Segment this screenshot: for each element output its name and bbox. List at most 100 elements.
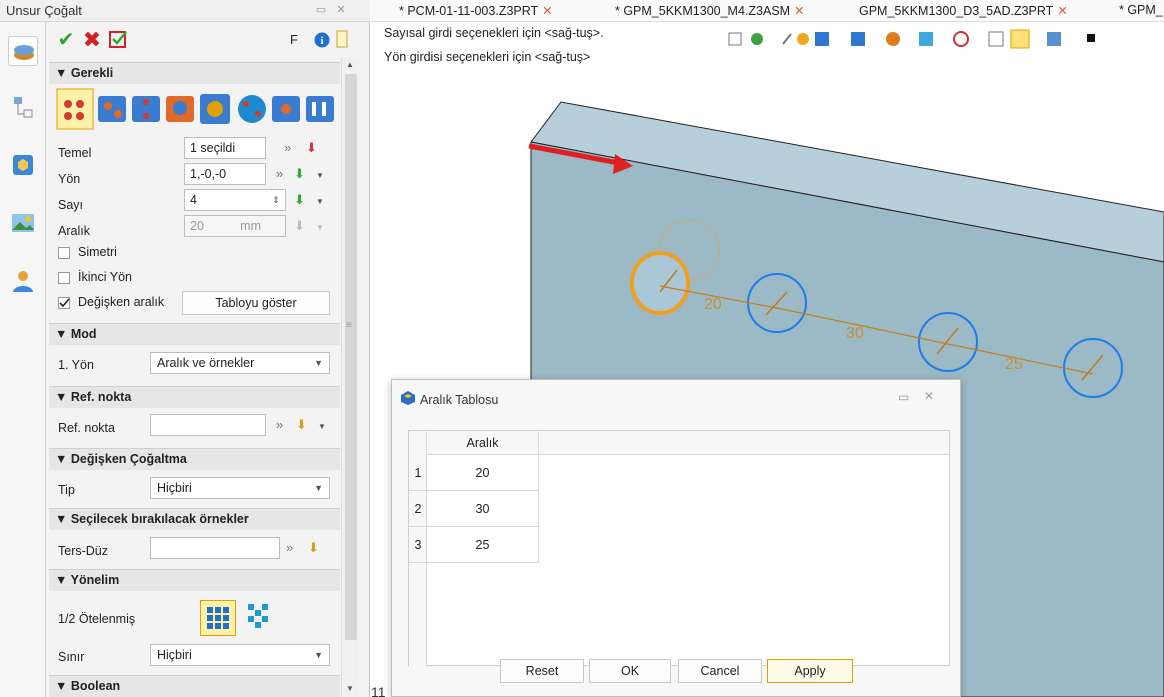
apply-check-icon[interactable]: [107, 29, 129, 51]
image-view-icon[interactable]: [8, 208, 38, 238]
tab-document[interactable]: * GPM_5KKM1300_M4.Z3ASM ✕: [615, 3, 805, 18]
mode-select[interactable]: Aralık ve örnekler ▼: [150, 352, 330, 374]
tab-document[interactable]: * GPM_: [1119, 3, 1163, 17]
table-body: 1 20 2 30 3 25: [409, 455, 539, 563]
pattern-type-strip: [56, 88, 338, 130]
section-instance-selection[interactable]: ▼ Seçilecek bırakılacak örnekler: [49, 508, 340, 530]
spacing-cell[interactable]: 25: [427, 527, 539, 563]
pick-disabled-icon: ⬇: [294, 218, 305, 233]
close-tab-icon[interactable]: ✕: [794, 4, 804, 18]
table-row[interactable]: 1 20: [409, 455, 539, 491]
double-chevron-icon[interactable]: »: [276, 166, 283, 182]
help-page-icon[interactable]: [335, 29, 349, 51]
spacing-cell[interactable]: 30: [427, 491, 539, 527]
table-row[interactable]: 3 25: [409, 527, 539, 563]
dimension-30: 30: [846, 325, 864, 342]
scrollbar-thumb[interactable]: [345, 74, 357, 640]
staggered-pattern-button[interactable]: [242, 600, 278, 636]
tab-document[interactable]: GPM_5KKM1300_D3_5AD.Z3PRT ✕: [859, 3, 1068, 18]
column-header[interactable]: Aralık: [427, 431, 539, 455]
document-tab-bar: * PCM-01-11-003.Z3PRT ✕ * GPM_5KKM1300_M4…: [371, 0, 1164, 22]
comment-icon[interactable]: ▭: [898, 390, 909, 404]
pick-point-icon[interactable]: ⬇: [308, 540, 319, 556]
limit-label: Sınır: [58, 650, 85, 664]
ref-point-field[interactable]: [150, 414, 266, 436]
dropdown-arrow-icon[interactable]: ▼: [316, 168, 324, 184]
ok-button[interactable]: OK: [589, 659, 671, 683]
user-icon[interactable]: [8, 266, 38, 296]
spin-stepper-icon[interactable]: ⇕: [272, 192, 280, 208]
f-button[interactable]: F: [283, 29, 305, 51]
part-cube-icon[interactable]: [8, 150, 38, 180]
limit-select-value: Hiçbiri: [157, 648, 192, 662]
grid-pattern-button[interactable]: [200, 600, 236, 636]
chevron-down-icon: ▼: [314, 483, 323, 493]
dropdown-arrow-icon: ▼: [316, 223, 324, 232]
close-icon[interactable]: ✕: [334, 3, 348, 17]
limit-select[interactable]: Hiçbiri ▼: [150, 644, 330, 666]
scroll-up-icon[interactable]: ▲: [346, 60, 354, 69]
base-field[interactable]: 1 seçildi: [184, 137, 266, 159]
spacing-field[interactable]: 20 mm: [184, 215, 286, 237]
tab-document[interactable]: * PCM-01-11-003.Z3PRT ✕: [399, 3, 553, 18]
base-hole: [630, 251, 690, 315]
dimension-20: 20: [704, 296, 722, 313]
pick-green-icon[interactable]: ⬇: [294, 166, 305, 182]
pick-point-icon[interactable]: ⬇: [296, 417, 307, 433]
close-tab-icon[interactable]: ✕: [1057, 4, 1067, 18]
pick-red-icon[interactable]: ⬇: [306, 140, 317, 156]
info-icon[interactable]: i: [311, 29, 333, 51]
toggle-field[interactable]: [150, 537, 280, 559]
base-label: Temel: [58, 146, 92, 160]
apply-button[interactable]: Apply: [767, 659, 853, 683]
restore-icon[interactable]: ▭: [314, 3, 328, 17]
corner-index: 11: [371, 684, 386, 697]
direction-field[interactable]: 1,-0,-0: [184, 163, 266, 185]
close-icon[interactable]: ✕: [924, 389, 934, 403]
section-ref-point[interactable]: ▼ Ref. nokta: [49, 386, 340, 408]
section-variable-pattern[interactable]: ▼ Değişken Çoğaltma: [49, 448, 340, 470]
dropdown-arrow-icon[interactable]: ▼: [318, 419, 326, 435]
spacing-cell[interactable]: 20: [427, 455, 539, 491]
section-orientation[interactable]: ▼ Yönelim: [49, 569, 340, 591]
chevron-down-icon: ▼: [314, 650, 323, 660]
scroll-down-icon[interactable]: ▼: [346, 684, 354, 693]
close-tab-icon[interactable]: ✕: [542, 4, 552, 18]
tab-feature-icon[interactable]: [8, 36, 38, 66]
double-chevron-icon[interactable]: »: [284, 140, 291, 156]
spacing-table-dialog: Aralık Tablosu ▭ ✕ Aralık 1 20 2 30 3 25…: [391, 379, 961, 697]
header-filler: [539, 431, 949, 455]
second-direction-label: İkinci Yön: [78, 270, 132, 284]
row-index: 1: [414, 466, 422, 480]
second-direction-checkbox[interactable]: [58, 272, 70, 284]
tree-icon[interactable]: [8, 92, 38, 122]
scroll-grip-icon: ≡: [346, 320, 352, 331]
section-mode[interactable]: ▼ Mod: [49, 323, 340, 345]
confirm-check-icon[interactable]: ✔: [55, 29, 77, 51]
reset-button[interactable]: Reset: [500, 659, 584, 683]
double-chevron-icon[interactable]: »: [276, 417, 283, 433]
half-offset-label: 1/2 Ötelenmiş: [58, 612, 136, 626]
type-select[interactable]: Hiçbiri ▼: [150, 477, 330, 499]
ref-point-label: Ref. nokta: [58, 421, 115, 435]
count-field[interactable]: 4: [184, 189, 286, 211]
tab-label: * GPM_: [1119, 3, 1163, 17]
cancel-button[interactable]: Cancel: [678, 659, 762, 683]
section-boolean[interactable]: ▼ Boolean: [49, 675, 340, 697]
show-table-button[interactable]: Tabloyu göster: [182, 291, 330, 315]
symmetric-checkbox[interactable]: [58, 247, 70, 259]
cancel-x-icon[interactable]: ✖: [81, 29, 103, 51]
row-index: 3: [414, 538, 422, 552]
dialog-app-icon: [401, 391, 415, 405]
chevron-down-icon: ▼: [314, 358, 323, 368]
double-chevron-icon[interactable]: »: [286, 540, 293, 556]
toggle-label: Ters-Düz: [58, 544, 109, 558]
variable-spacing-checkbox[interactable]: [58, 297, 70, 309]
dropdown-arrow-icon[interactable]: ▼: [316, 194, 324, 210]
mode-select-value: Aralık ve örnekler: [157, 356, 255, 370]
panel-scrollbar[interactable]: ▲ ▼ ≡: [341, 58, 359, 697]
table-row[interactable]: 2 30: [409, 491, 539, 527]
spacing-table: Aralık 1 20 2 30 3 25: [408, 430, 950, 667]
section-required[interactable]: ▼ Gerekli: [49, 62, 340, 84]
pick-green-icon[interactable]: ⬇: [294, 192, 305, 208]
